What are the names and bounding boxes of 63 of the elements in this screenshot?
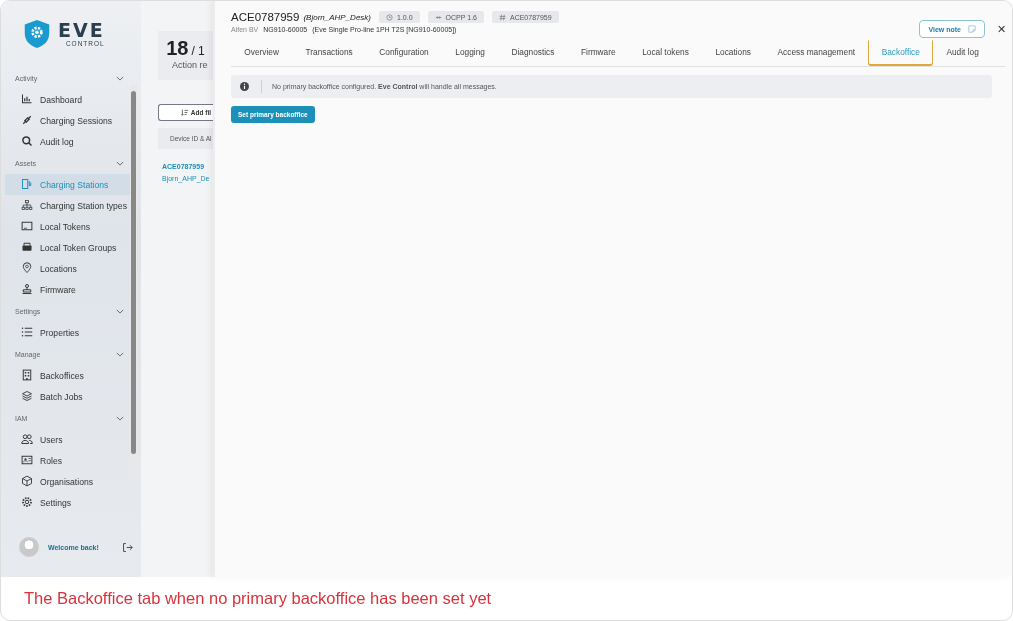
tab[interactable]: Access management	[764, 40, 869, 66]
station-alias: (Bjorn_AHP_Desk)	[303, 12, 371, 22]
monitor-icon	[21, 220, 33, 232]
tab[interactable]: Overview	[231, 40, 293, 66]
sidebar-item[interactable]: Audit log	[5, 131, 130, 152]
hierarchy-icon	[21, 199, 33, 211]
station-title: ACE0787959	[231, 11, 300, 23]
sidebar-item[interactable]: Properties	[5, 322, 130, 343]
chevron-icon[interactable]	[116, 351, 124, 357]
tab[interactable]: Local tokens	[628, 40, 703, 66]
sidebar-item[interactable]: Charging Station types	[5, 195, 130, 216]
sidebar-item[interactable]: Local Token Groups	[5, 237, 130, 258]
close-button[interactable]: ✕	[997, 22, 1006, 36]
chevron-icon[interactable]	[116, 160, 124, 166]
sidebar-item[interactable]: Dashboard	[5, 89, 130, 110]
pin-icon	[21, 262, 33, 274]
sidebar-item[interactable]: Backoffices	[5, 365, 130, 386]
note-icon	[968, 25, 976, 33]
shield-logo-icon	[23, 19, 51, 49]
building-icon	[21, 369, 33, 381]
sidebar-item[interactable]: Organisations	[5, 471, 130, 492]
plug-icon	[21, 114, 33, 126]
sidebar-item[interactable]: Local Tokens	[5, 216, 130, 237]
logo-wordmark: EVE	[58, 21, 105, 39]
users-icon	[21, 433, 33, 445]
sidebar-item[interactable]: Firmware	[5, 279, 130, 300]
sidebar-item[interactable]: Users	[5, 429, 130, 450]
caption: The Backoffice tab when no primary backoffice has been set yet	[23, 588, 493, 609]
sort-icon	[180, 109, 188, 116]
list-icon	[21, 326, 33, 338]
hash-icon	[498, 13, 506, 21]
clock-icon	[386, 13, 393, 21]
tab[interactable]: Logging	[442, 40, 499, 66]
cube-icon	[21, 475, 33, 487]
tab[interactable]: Diagnostics	[498, 40, 568, 66]
search-icon	[21, 135, 33, 147]
tab[interactable]: Locations	[702, 40, 765, 66]
gear-icon	[21, 496, 33, 508]
sidebar-item[interactable]: Settings	[5, 492, 130, 513]
stat-count: 18	[166, 37, 189, 59]
tab[interactable]: Configuration	[366, 40, 442, 66]
scrollbar[interactable]	[130, 85, 137, 475]
tab[interactable]: Transactions	[292, 40, 367, 66]
station-icon	[21, 178, 33, 190]
tab[interactable]: Audit log	[933, 40, 993, 66]
stack-icon	[21, 390, 33, 402]
stamp-icon	[21, 283, 33, 295]
logout-icon[interactable]	[122, 541, 133, 553]
stat-total: / 1	[191, 44, 205, 58]
chevron-icon[interactable]	[116, 415, 124, 421]
chevron-icon[interactable]	[116, 308, 124, 314]
chart-icon	[21, 93, 33, 105]
sidebar-item[interactable]: Roles	[5, 450, 130, 471]
tab[interactable]: Firmware	[567, 40, 629, 66]
stat-label: Action re	[171, 60, 209, 70]
link-icon	[434, 13, 442, 21]
id-card-icon	[21, 454, 33, 466]
sidebar-item[interactable]: Charging Sessions	[5, 110, 130, 131]
chevron-icon[interactable]	[116, 75, 124, 81]
info-icon	[240, 82, 249, 91]
cards-icon	[21, 241, 33, 253]
sidebar-item[interactable]: Locations	[5, 258, 130, 279]
sidebar-item[interactable]: Batch Jobs	[5, 386, 130, 407]
